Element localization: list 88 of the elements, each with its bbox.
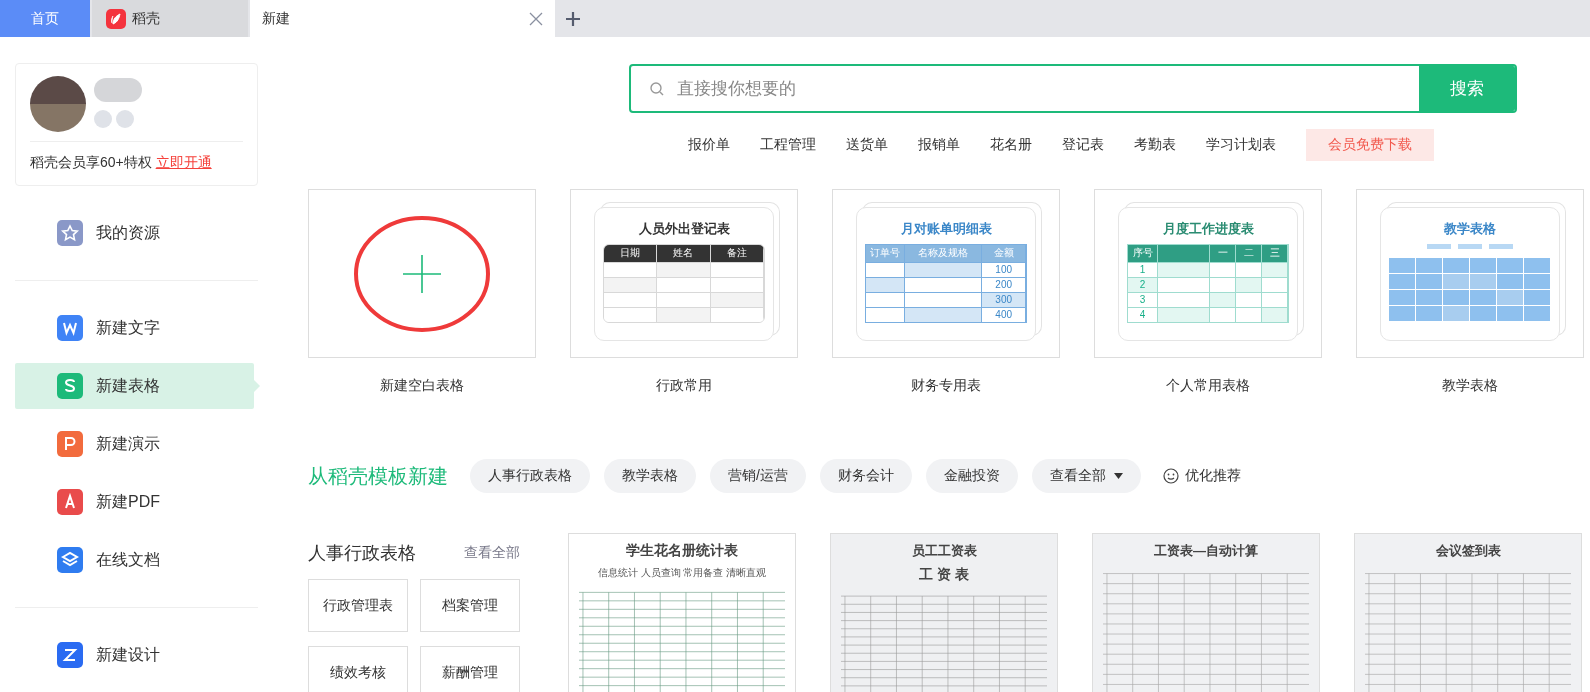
template-thumbnail[interactable]: 工资表—自动计算 — [1092, 533, 1320, 692]
nav-item[interactable]: 在线文档 — [15, 537, 254, 583]
search-icon — [649, 80, 665, 97]
view-all-link[interactable]: 查看全部 — [464, 544, 520, 562]
avatar[interactable] — [30, 76, 86, 132]
plus-icon[interactable] — [565, 10, 581, 27]
membership-promo: 稻壳会员享60+特权 立即开通 — [30, 154, 213, 172]
leaf-logo-icon — [106, 8, 126, 29]
card-label: 个人常用表格 — [1166, 377, 1250, 395]
hot-search-link[interactable]: 考勤表 — [1134, 136, 1176, 154]
layers-icon — [57, 547, 83, 573]
thumbnail-title: 工资表—自动计算 — [1154, 542, 1258, 560]
template-card[interactable]: 人员外出登记表 日期 姓名 备注 — [570, 189, 798, 358]
preview-title: 人员外出登记表 — [638, 219, 730, 238]
hot-search-link[interactable]: 学习计划表 — [1206, 136, 1276, 154]
category-title: 人事行政表格 — [308, 542, 416, 565]
preview-title: 月对账单明细表 — [900, 219, 992, 238]
category-chip[interactable]: 金融投资 — [925, 459, 1018, 493]
plus-icon — [352, 214, 492, 333]
template-thumbnail[interactable]: 员工工资表 工 资 表 — [830, 533, 1058, 692]
column-header: 备注 — [710, 244, 764, 262]
app-icon — [57, 315, 83, 341]
tab[interactable]: 稻壳 — [92, 0, 248, 37]
subcategory-button[interactable]: 薪酬管理 — [420, 646, 520, 692]
category-chip[interactable]: 营销/运营 — [710, 459, 806, 493]
hot-search-link[interactable]: 花名册 — [990, 136, 1032, 154]
app-icon — [57, 373, 83, 399]
section-title: 从稻壳模板新建 — [308, 463, 448, 489]
hot-search-link[interactable]: 工程管理 — [760, 136, 816, 154]
category-chip[interactable]: 财务会计 — [819, 459, 912, 493]
preview-title: 教学表格 — [1444, 219, 1496, 238]
template-card[interactable]: 月度工作进度表 序号 一 二 三 1 2 3 4 — [1094, 189, 1322, 358]
card-label: 新建空白表格 — [380, 377, 464, 395]
smiley-icon — [1162, 468, 1179, 484]
thumbnail-title: 会议签到表 — [1435, 542, 1501, 560]
blurred-username — [94, 78, 142, 102]
column-header: 序号 — [1128, 244, 1159, 262]
subcategory-button[interactable]: 档案管理 — [420, 579, 520, 632]
nav-item[interactable]: 新建设计 — [15, 632, 254, 678]
column-header: 二 — [1236, 244, 1263, 262]
sheet-heading: 工 资 表 — [919, 566, 969, 584]
category-chip[interactable]: 教学表格 — [604, 459, 696, 493]
column-header: 姓名 — [657, 244, 711, 262]
template-thumbnail[interactable]: 学生花名册统计表 信息统计 人员查询 常用备查 清晰直观 — [568, 533, 796, 692]
app-icon — [57, 431, 83, 457]
selection-pointer — [254, 380, 260, 392]
tab[interactable]: 新建 — [250, 0, 555, 37]
tab-label: 新建 — [262, 9, 290, 28]
card-label: 财务专用表 — [911, 377, 981, 395]
column-header: 金额 — [982, 244, 1026, 262]
template-card[interactable] — [308, 189, 536, 358]
template-card[interactable]: 月对账单明细表 订单号 名称及规格 金额 100 200 300 400 — [832, 189, 1060, 358]
card-label: 行政常用 — [656, 377, 712, 395]
nav-item[interactable]: 新建文字 — [15, 305, 254, 351]
app-icon — [57, 489, 83, 515]
subcategory-button[interactable]: 行政管理表 — [308, 579, 408, 632]
column-header: 三 — [1262, 244, 1288, 262]
hot-search-link[interactable]: 报价单 — [688, 136, 730, 154]
header-cell — [1158, 244, 1211, 262]
column-header: 一 — [1210, 244, 1237, 262]
column-header: 日期 — [604, 244, 658, 262]
thumbnail-title: 员工工资表 — [911, 542, 977, 560]
tab-label: 首页 — [31, 9, 59, 28]
thumbnail-subtitle: 信息统计 人员查询 常用备查 清晰直观 — [597, 566, 767, 580]
nav-item[interactable]: 新建演示 — [15, 421, 254, 467]
hot-search-link[interactable]: 登记表 — [1062, 136, 1104, 154]
close-icon[interactable] — [529, 11, 543, 26]
badge-icon — [94, 110, 112, 128]
template-card[interactable]: 教学表格 — [1356, 189, 1584, 358]
activate-link[interactable]: 立即开通 — [155, 154, 212, 170]
card-label: 教学表格 — [1442, 377, 1498, 395]
caret-icon — [1113, 473, 1123, 479]
hot-search-link[interactable]: 报销单 — [918, 136, 960, 154]
nav-item[interactable]: 新建PDF — [15, 479, 254, 525]
subcategory-button[interactable]: 绩效考核 — [308, 646, 408, 692]
template-thumbnail[interactable]: 会议签到表 — [1354, 533, 1582, 692]
recommend-link[interactable]: 优化推荐 — [1162, 467, 1241, 485]
thumbnail-title: 学生花名册统计表 — [626, 542, 738, 560]
view-all-button[interactable]: 查看全部 — [1031, 459, 1141, 493]
hot-search-link[interactable]: 送货单 — [846, 136, 888, 154]
column-header: 名称及规格 — [904, 244, 983, 262]
badge-icon — [116, 110, 134, 128]
nav-item[interactable]: 我的资源 — [15, 210, 254, 256]
category-chip[interactable]: 人事行政表格 — [470, 459, 590, 493]
tab-label: 稻壳 — [132, 9, 160, 28]
preview-title: 月度工作进度表 — [1162, 219, 1254, 238]
app-icon — [57, 642, 83, 668]
column-header: 订单号 — [866, 244, 905, 262]
